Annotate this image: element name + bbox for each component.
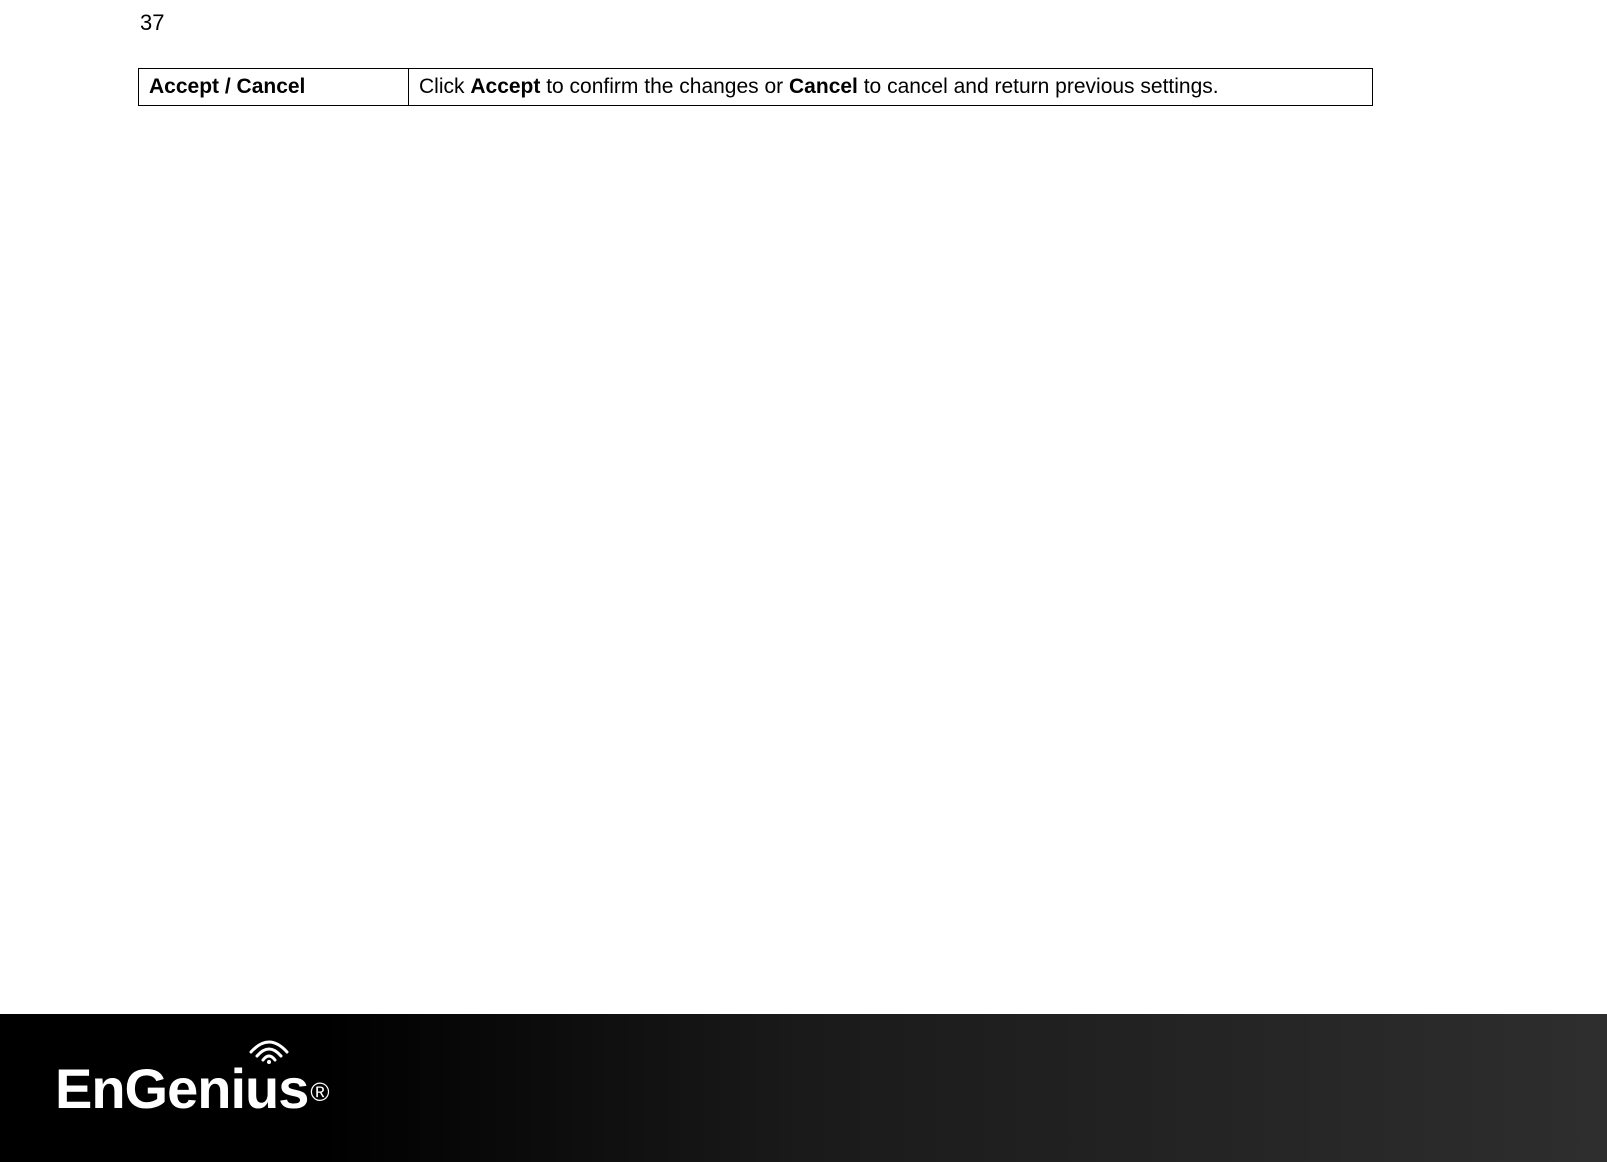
desc-bold-cancel: Cancel: [789, 75, 858, 98]
page-number: 37: [140, 10, 164, 36]
table-row: Accept / Cancel Click Accept to confirm …: [139, 69, 1373, 106]
settings-table: Accept / Cancel Click Accept to confirm …: [138, 68, 1373, 106]
desc-bold-accept: Accept: [470, 75, 540, 98]
registered-icon: ®: [310, 1077, 329, 1107]
row-description: Click Accept to confirm the changes or C…: [409, 69, 1373, 106]
brand-logo: EnGenius®: [55, 1056, 330, 1121]
row-label: Accept / Cancel: [139, 69, 409, 106]
page-footer: EnGenius®: [0, 1014, 1607, 1162]
desc-text: Click: [419, 75, 470, 98]
desc-text: to confirm the changes or: [540, 75, 789, 98]
brand-logo-wrap: EnGenius®: [55, 1056, 330, 1121]
desc-text: to cancel and return previous settings.: [858, 75, 1219, 98]
brand-name: EnGenius: [55, 1057, 308, 1120]
